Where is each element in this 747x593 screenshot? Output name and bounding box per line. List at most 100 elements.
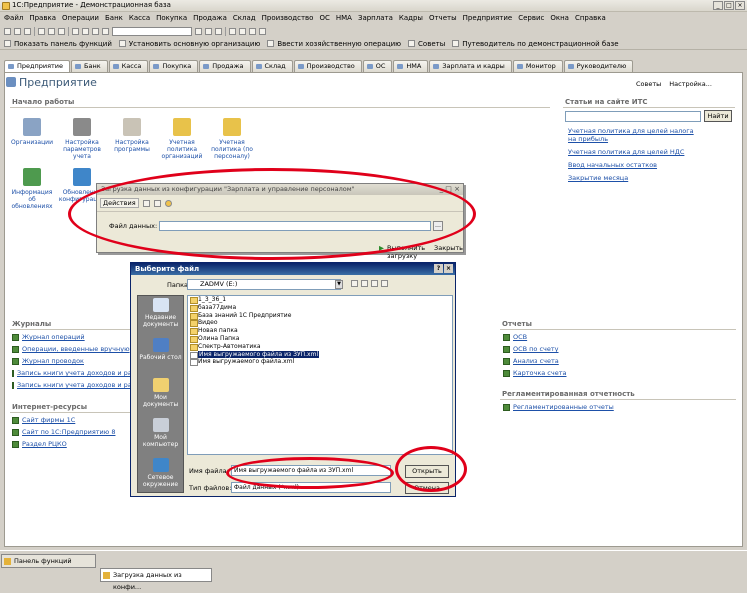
its-search-input[interactable] bbox=[565, 111, 701, 122]
help-question-button[interactable]: ? bbox=[434, 264, 443, 273]
tab-item[interactable]: Зарплата и кадры bbox=[429, 60, 512, 72]
list-link[interactable]: Анализ счета bbox=[513, 357, 559, 365]
its-link[interactable]: Ввод начальных остатков bbox=[568, 161, 698, 169]
tab-item[interactable]: Покупка bbox=[149, 60, 199, 72]
tab-item[interactable]: Предприятие bbox=[4, 60, 71, 72]
new-folder-icon[interactable] bbox=[371, 280, 378, 287]
menu-item[interactable]: Банк bbox=[105, 14, 123, 22]
place-item[interactable]: Сетевое окружение bbox=[138, 456, 183, 496]
tips-link[interactable]: Советы bbox=[636, 80, 661, 88]
tab-item[interactable]: ОС bbox=[362, 60, 393, 72]
list-link[interactable]: Раздел РЦКО bbox=[22, 440, 67, 448]
tab-item[interactable]: Склад bbox=[251, 60, 293, 72]
maximize-button[interactable]: □ bbox=[724, 1, 734, 10]
menu-item[interactable]: Правка bbox=[29, 14, 56, 22]
place-item[interactable]: Недавние документы bbox=[138, 296, 183, 336]
new-doc-icon[interactable] bbox=[4, 27, 11, 35]
list-item[interactable]: Анализ счета bbox=[503, 355, 623, 367]
menu-item[interactable]: Справка bbox=[575, 14, 606, 22]
menu-item[interactable]: Окна bbox=[550, 14, 569, 22]
list-item[interactable]: Раздел РЦКО bbox=[12, 438, 132, 450]
file-item[interactable]: Спектр-Автоматика bbox=[188, 343, 452, 351]
list-item[interactable]: Карточка счета bbox=[503, 367, 623, 379]
list-link[interactable]: Карточка счета bbox=[513, 369, 567, 377]
menu-item[interactable]: Файл bbox=[4, 14, 23, 22]
list-item[interactable]: Журнал операций bbox=[12, 331, 132, 343]
place-item[interactable]: Рабочий стол bbox=[138, 336, 183, 376]
list-item[interactable]: ОСВ bbox=[503, 331, 623, 343]
print-icon[interactable] bbox=[72, 27, 79, 35]
start-icon[interactable]: Настройка программы bbox=[108, 118, 156, 160]
guide-button[interactable]: Путеводитель по демонстрационной базе bbox=[462, 40, 618, 48]
list-link[interactable]: Сайт фирмы 1С bbox=[22, 416, 75, 424]
tips-button[interactable]: Советы bbox=[418, 40, 445, 48]
list-link[interactable]: ОСВ по счету bbox=[513, 345, 559, 353]
start-icon[interactable]: Учетная политика (по персоналу) bbox=[208, 118, 256, 160]
menu-item[interactable]: Предприятие bbox=[463, 14, 513, 22]
file-item[interactable]: Имя выгружаемого файла.xml bbox=[188, 358, 452, 367]
view-menu-icon[interactable] bbox=[381, 280, 388, 287]
list-link[interactable]: Журнал проводок bbox=[22, 357, 84, 365]
menu-item[interactable]: ОС bbox=[319, 14, 329, 22]
paste-icon[interactable] bbox=[58, 27, 65, 35]
memory-plus-icon[interactable] bbox=[249, 27, 256, 35]
list-link[interactable]: Операции, введенные вручную bbox=[22, 345, 130, 353]
close-dialog-button[interactable]: × bbox=[444, 264, 453, 273]
list-item[interactable]: ОСВ по счету bbox=[503, 343, 623, 355]
start-icon[interactable]: Настройка параметров учета bbox=[58, 118, 106, 160]
its-link[interactable]: Учетная политика для целей НДС bbox=[568, 148, 698, 156]
file-item[interactable]: Видео bbox=[188, 319, 452, 328]
set-org-button[interactable]: Установить основную организацию bbox=[129, 40, 260, 48]
its-link[interactable]: Учетная политика для целей налога на при… bbox=[568, 127, 698, 143]
tab-item[interactable]: Продажа bbox=[199, 60, 251, 72]
place-item[interactable]: Мой компьютер bbox=[138, 416, 183, 456]
cut-icon[interactable] bbox=[38, 27, 45, 35]
close-button[interactable]: × bbox=[735, 1, 745, 10]
preview-icon[interactable] bbox=[82, 27, 89, 35]
memory-minus-icon[interactable] bbox=[259, 27, 266, 35]
calendar-icon[interactable] bbox=[229, 27, 236, 35]
list-link[interactable]: ОСВ bbox=[513, 333, 527, 341]
menu-item[interactable]: Продажа bbox=[193, 14, 227, 22]
list-item[interactable]: Сайт по 1С:Предприятию 8 bbox=[12, 426, 132, 438]
place-item[interactable]: Мои документы bbox=[138, 376, 183, 416]
menu-item[interactable]: Кадры bbox=[399, 14, 423, 22]
task-functions-panel[interactable]: Панель функций bbox=[1, 554, 96, 568]
file-item[interactable]: База знаний 1С Предприятие bbox=[188, 312, 452, 320]
tab-item[interactable]: Касса bbox=[108, 60, 149, 72]
tab-item[interactable]: НМА bbox=[393, 60, 429, 72]
settings-link[interactable]: Настройка... bbox=[669, 80, 712, 88]
copy-icon[interactable] bbox=[48, 27, 55, 35]
find-button[interactable]: Найти bbox=[704, 110, 732, 122]
file-item[interactable]: база77дима bbox=[188, 304, 452, 312]
tab-item[interactable]: Монитор bbox=[512, 60, 563, 72]
menu-item[interactable]: Производство bbox=[262, 14, 314, 22]
menu-item[interactable]: Зарплата bbox=[358, 14, 393, 22]
file-item[interactable]: 1_3_36_1 bbox=[188, 296, 452, 304]
list-item[interactable]: Журнал проводок bbox=[12, 355, 132, 367]
list-item[interactable]: Регламентированные отчеты bbox=[503, 401, 663, 413]
list-link[interactable]: Сайт по 1С:Предприятию 8 bbox=[22, 428, 115, 436]
tab-item[interactable]: Руководителю bbox=[563, 60, 634, 72]
list-link[interactable]: Запись книги учета доходов и расх bbox=[17, 369, 132, 377]
menu-item[interactable]: Сервис bbox=[518, 14, 544, 22]
file-item[interactable]: Имя выгружаемого файла из ЗУП.xml bbox=[188, 350, 452, 359]
folder-combo[interactable]: ZADMV (E:) bbox=[187, 279, 341, 290]
menu-item[interactable]: Операции bbox=[62, 14, 99, 22]
open-icon[interactable] bbox=[14, 27, 21, 35]
close-load-button[interactable]: Закрыть bbox=[434, 244, 463, 260]
help-icon[interactable] bbox=[215, 27, 222, 35]
find-next-icon[interactable] bbox=[205, 27, 212, 35]
back-icon[interactable] bbox=[351, 280, 358, 287]
minimize-button[interactable]: _ bbox=[713, 1, 723, 10]
menu-item[interactable]: Склад bbox=[233, 14, 256, 22]
file-item[interactable]: Новая папка bbox=[188, 327, 452, 335]
start-icon[interactable]: Информация об обновлениях bbox=[8, 168, 56, 210]
list-item[interactable]: Сайт фирмы 1С bbox=[12, 414, 132, 426]
list-link[interactable]: Запись книги учета доходов и расх bbox=[17, 381, 132, 389]
search-combo[interactable] bbox=[112, 26, 192, 36]
up-folder-icon[interactable] bbox=[361, 280, 368, 287]
list-link[interactable]: Журнал операций bbox=[22, 333, 85, 341]
menu-item[interactable]: Покупка bbox=[156, 14, 187, 22]
list-item[interactable]: Запись книги учета доходов и расх bbox=[12, 367, 132, 379]
